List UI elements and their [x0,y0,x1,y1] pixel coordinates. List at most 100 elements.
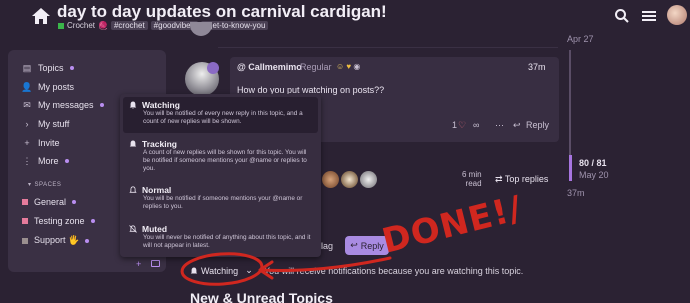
category-swatch [22,237,28,244]
category-swatch [22,218,28,224]
sidebar-space-support[interactable]: Support 🖐 [22,235,90,246]
participant-avatar[interactable] [360,171,377,188]
option-description: You will never be notified of anything a… [143,234,311,249]
top-replies-icon: ⇄ [495,174,503,184]
chevron-down-icon: ▾ [28,182,32,188]
notification-option-tracking[interactable]: Tracking A count of new replies will be … [129,139,315,173]
flag-button[interactable]: lag [321,241,333,251]
post-time[interactable]: 37m [528,62,546,72]
user-icon: 👤 [21,81,33,92]
sidebar-item-label: Topics [38,63,64,73]
bell-icon [129,140,137,147]
inbox-icon: ✉ [23,99,31,110]
link-icon[interactable]: ∞ [473,120,479,130]
option-title: Watching [142,100,180,110]
category-color-swatch [58,22,64,29]
like-count: 1 [452,120,458,130]
bell-icon [190,267,198,273]
user-plus-icon: + [24,138,30,148]
unread-dot [90,219,95,223]
home-icon[interactable] [30,5,52,27]
topic-meta: Crochet 🧶 #crochet #goodvibes #get-to-kn… [58,21,269,30]
read-time-unit: read [465,179,482,188]
user-flair-icons: ☺ ♥ ◉ [336,62,360,71]
unread-dot [85,238,90,243]
eye-icon: ◉ [353,62,361,71]
timeline-handle[interactable] [569,155,572,181]
read-time-value: 6 min [462,170,482,179]
add-icon[interactable]: + [136,259,141,269]
spaces-heading[interactable]: ▾ SPACES [28,181,62,189]
like-heart-icon[interactable]: ♡ [458,120,466,131]
timeline-current-date: May 20 [579,170,609,180]
option-title: Muted [142,224,168,234]
chat-icon[interactable] [151,260,160,267]
chevron-down-icon: ⌄ [245,265,253,275]
top-replies-label: Top replies [504,174,549,184]
bell-icon [129,101,137,109]
post-reply-button[interactable]: Reply [526,120,549,130]
sidebar-item-more[interactable]: ⋮ More [22,156,69,166]
timeline-position: 80 / 81 [579,158,607,168]
sidebar-item-label: Support 🖐 [34,235,80,245]
unread-dot [69,66,74,70]
sidebar-item-topics[interactable]: ▤ Topics [22,63,74,73]
smile-icon: ☺ [336,62,345,71]
notification-reason: You will receive notifications because y… [264,266,524,276]
spaces-heading-label: SPACES [34,181,62,188]
top-replies-button[interactable]: ⇄ Top replies [495,174,548,185]
flair-badge-icon [207,62,219,74]
sidebar-item-my-posts[interactable]: 👤 My posts [21,81,75,93]
unread-dot [99,103,104,107]
sidebar-item-my-messages[interactable]: ✉ My messages [22,100,104,110]
reply-label: Reply [360,240,384,251]
timeline-start-date[interactable]: Apr 27 [567,34,594,44]
post-divider [218,47,558,48]
topics-icon: ▤ [22,62,32,73]
sidebar-item-label: Testing zone [34,216,85,226]
notification-level-label: Watching [201,265,239,276]
sidebar-item-label: My stuff [38,119,70,129]
notification-option-normal[interactable]: Normal You will be notified if someone m… [129,185,315,211]
unread-dot [64,159,69,163]
participant-avatar[interactable] [341,171,358,188]
sidebar-item-my-stuff[interactable]: › My stuff [22,119,70,129]
sidebar-space-general[interactable]: General [22,197,77,207]
category-link[interactable]: Crochet [67,21,95,30]
bell-outline-icon [129,186,137,193]
notification-level-button[interactable]: Watching ⌄ [190,265,253,276]
chevron-right-icon: › [25,119,29,129]
read-time: 6 min read [462,170,482,188]
category-swatch [22,199,28,205]
bell-slash-icon [129,225,137,233]
post-author-title: Regular [300,62,332,72]
sidebar-item-label: More [38,156,59,166]
reply-arrow-icon[interactable]: ↩ [513,120,521,131]
search-icon[interactable] [614,8,630,24]
reply-arrow-icon: ↩ [350,240,358,250]
post-author-name[interactable]: @ Callmemimo [237,62,302,72]
sidebar-space-testing-zone[interactable]: Testing zone [22,216,95,226]
option-description: You will be notified if someone mentions… [143,195,303,210]
user-avatar[interactable] [667,5,687,25]
new-unread-heading: New & Unread Topics [190,290,333,303]
sidebar-item-label: Invite [38,138,60,148]
sidebar-item-label: My posts [38,82,75,92]
category-emoji: 🧶 [98,21,108,30]
notification-option-watching[interactable]: Watching You will be notified of every n… [129,100,315,126]
sidebar-item-invite[interactable]: + Invite [22,138,60,148]
ellipsis-icon: ⋮ [22,155,32,166]
heart-icon: ♥ [346,62,352,71]
option-title: Normal [142,185,172,195]
option-description: A count of new replies will be shown for… [143,149,307,172]
participant-avatar[interactable] [322,171,339,188]
tag-crochet[interactable]: #crochet [110,21,148,30]
more-options-icon[interactable]: ⋯ [495,120,504,131]
hamburger-menu-icon[interactable] [641,8,657,24]
sidebar-item-label: My messages [38,100,94,110]
option-title: Tracking [142,139,177,149]
topic-title[interactable]: day to day updates on carnival cardigan! [57,2,387,22]
timeline-end-date[interactable]: 37m [567,188,585,198]
notification-option-muted[interactable]: Muted You will never be notified of anyt… [129,224,315,250]
unread-dot [72,200,77,204]
